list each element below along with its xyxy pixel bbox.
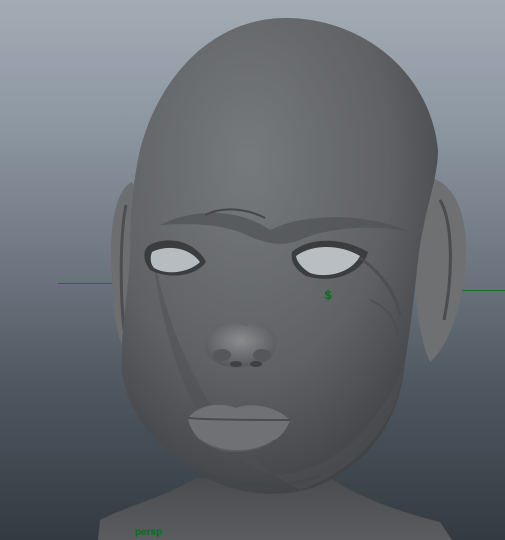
camera-name-label: persp [135,527,163,538]
head-model[interactable] [0,0,505,540]
nose [205,322,277,368]
pivot-marker-icon[interactable]: $ [324,289,332,301]
perspective-viewport[interactable]: $ persp [0,0,505,540]
